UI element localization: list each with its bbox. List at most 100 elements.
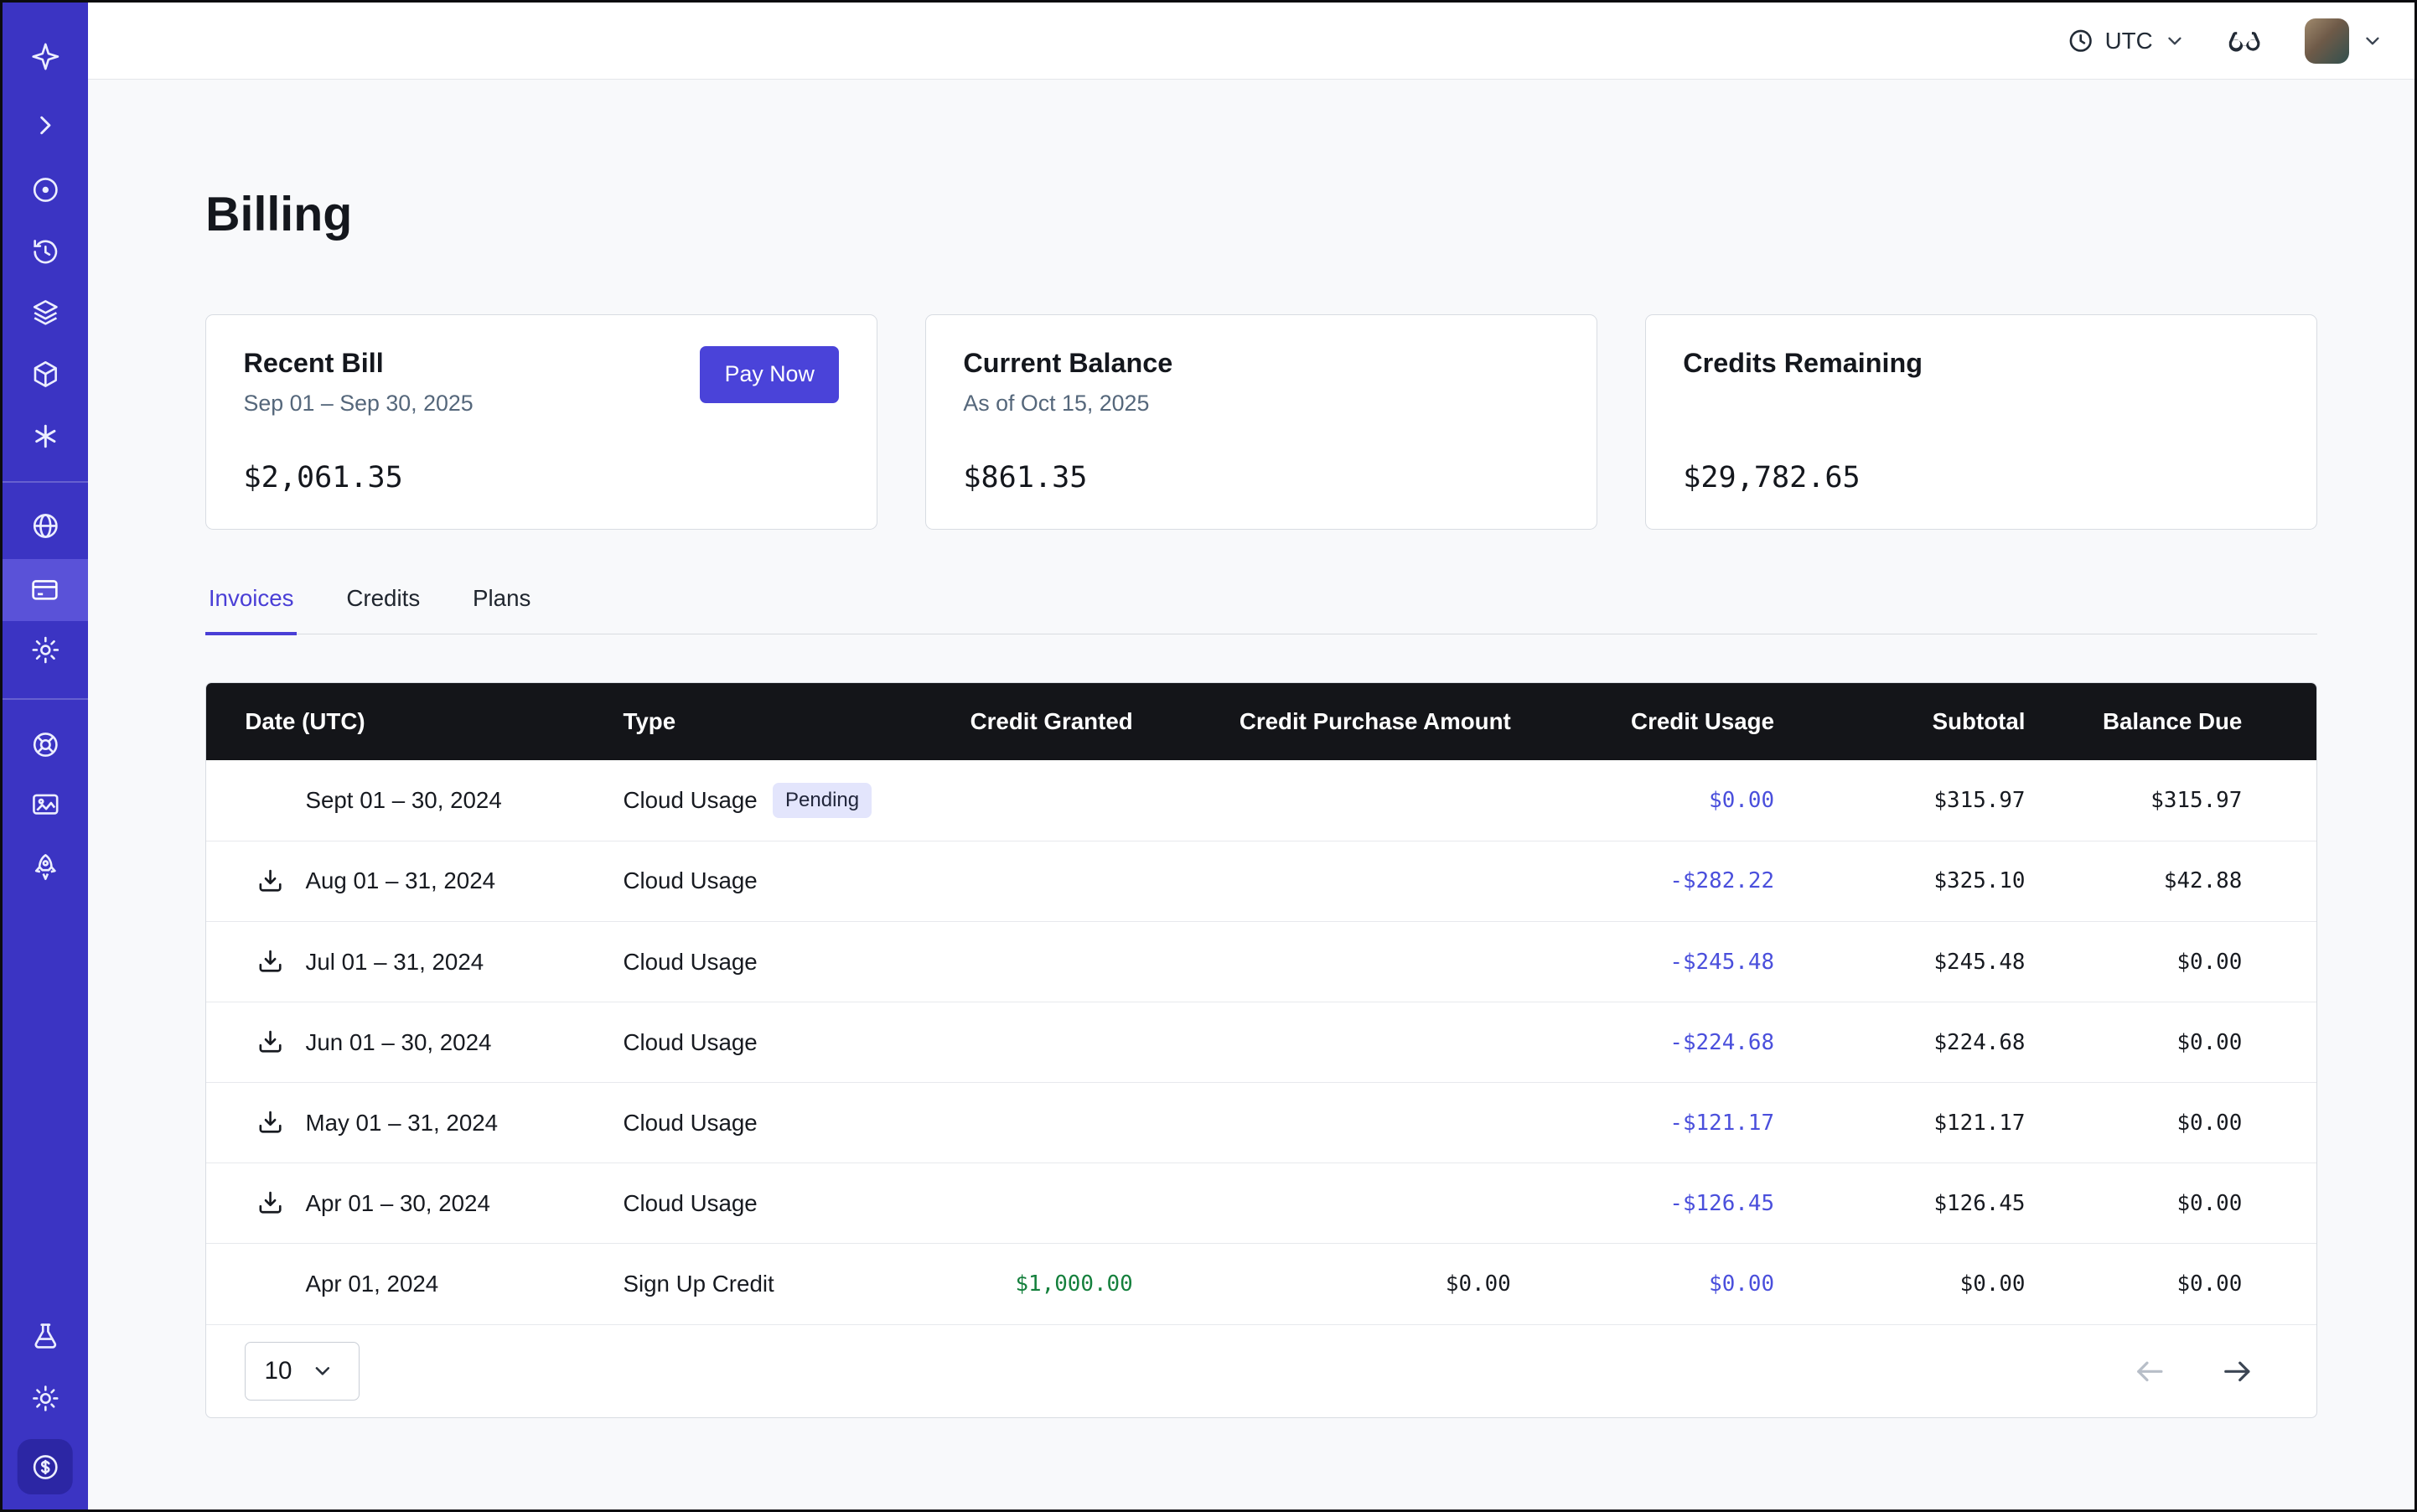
- chevron-down-icon: [311, 1359, 334, 1383]
- subtotal-cell: $224.68: [1774, 1002, 2025, 1083]
- main-column: UTC Billing Recent Bill Sep 01 – Sep 30,…: [88, 3, 2414, 1509]
- invoice-type: Cloud Usage: [623, 787, 757, 813]
- rocket-icon[interactable]: [27, 848, 64, 885]
- card-title: Current Balance: [963, 348, 1559, 379]
- pagination: [2133, 1354, 2275, 1389]
- date-cell: Apr 01 – 30, 2024: [206, 1163, 623, 1244]
- lab-flask-icon[interactable]: [27, 1318, 64, 1355]
- glasses-icon[interactable]: [2225, 22, 2264, 60]
- balance-due-cell: $42.88: [2026, 841, 2317, 921]
- column-header: Credit Purchase Amount: [1133, 683, 1511, 760]
- download-invoice-button[interactable]: [256, 1028, 305, 1057]
- type-cell: Cloud Usage Pending: [623, 760, 902, 841]
- download-icon: [256, 867, 285, 896]
- invoice-type: Cloud Usage: [623, 1029, 757, 1055]
- credit-granted-cell: [902, 921, 1132, 1002]
- balance-due-cell: $0.00: [2026, 921, 2317, 1002]
- page-size-select[interactable]: 10: [245, 1342, 360, 1400]
- date-cell: Apr 01, 2024: [206, 1244, 623, 1324]
- subtotal-cell: $126.45: [1774, 1163, 2025, 1244]
- credit-usage-cell: -$121.17: [1511, 1083, 1774, 1163]
- monitor-image-icon[interactable]: [27, 786, 64, 823]
- invoice-row: Sept 01 – 30, 2024Cloud UsagePending$0.0…: [206, 760, 2316, 841]
- column-header: Type: [623, 683, 902, 760]
- logo-sparkle-icon[interactable]: [27, 39, 64, 75]
- invoices-table: Date (UTC) Type Credit Granted Credit Pu…: [206, 683, 2316, 1324]
- subtotal-cell: $0.00: [1774, 1244, 2025, 1324]
- date-cell: Jul 01 – 31, 2024: [206, 921, 623, 1002]
- card-subtitle: As of Oct 15, 2025: [963, 391, 1559, 417]
- radar-icon[interactable]: [27, 172, 64, 209]
- invoice-row: Jul 01 – 31, 2024 Cloud Usage -$245.48$245…: [206, 921, 2316, 1002]
- pay-now-button[interactable]: Pay Now: [700, 346, 839, 403]
- subtotal-cell: $325.10: [1774, 841, 2025, 921]
- credit-purchase-cell: $0.00: [1133, 1244, 1511, 1324]
- download-invoice-button[interactable]: [256, 1108, 305, 1137]
- download-invoice-button[interactable]: [256, 867, 305, 896]
- clock-icon: [2068, 28, 2094, 54]
- topbar: UTC: [88, 3, 2414, 80]
- invoice-type: Cloud Usage: [623, 949, 757, 975]
- current-balance-card: Current Balance As of Oct 15, 2025 $861.…: [925, 314, 1597, 530]
- invoice-row: Aug 01 – 31, 2024Cloud Usage-$282.22$325…: [206, 841, 2316, 921]
- user-menu[interactable]: [2305, 18, 2383, 64]
- credit-granted-cell: [902, 1083, 1132, 1163]
- credit-usage-cell: -$126.45: [1511, 1163, 1774, 1244]
- column-header: Credit Granted: [902, 683, 1132, 760]
- globe-icon[interactable]: [27, 508, 64, 545]
- subtotal-cell: $121.17: [1774, 1083, 2025, 1163]
- avatar: [2305, 18, 2350, 64]
- status-badge: Pending: [773, 783, 872, 819]
- download-icon: [256, 1108, 285, 1137]
- asterisk-icon[interactable]: [27, 417, 64, 454]
- sidebar-divider: [3, 481, 88, 483]
- credit-granted-cell: $1,000.00: [902, 1244, 1132, 1324]
- balance-due-cell: $0.00: [2026, 1163, 2317, 1244]
- settings-gear-icon[interactable]: [27, 632, 64, 669]
- current-balance-amount: $861.35: [963, 460, 1087, 495]
- sun-icon[interactable]: [27, 1380, 64, 1416]
- type-cell: Cloud Usage: [623, 1083, 902, 1163]
- download-invoice-button[interactable]: [256, 1188, 305, 1218]
- summary-cards: Recent Bill Sep 01 – Sep 30, 2025 $2,061…: [205, 314, 2316, 530]
- subtotal-cell: $315.97: [1774, 760, 2025, 841]
- timezone-selector[interactable]: UTC: [2068, 28, 2185, 54]
- download-invoice-button[interactable]: [256, 947, 305, 976]
- cube-icon[interactable]: [27, 356, 64, 393]
- app-root: UTC Billing Recent Bill Sep 01 – Sep 30,…: [0, 0, 2417, 1512]
- column-header: Date (UTC): [206, 683, 623, 760]
- credit-usage-cell: -$245.48: [1511, 921, 1774, 1002]
- balance-due-cell: $0.00: [2026, 1083, 2317, 1163]
- invoice-row: May 01 – 31, 2024Cloud Usage -$121.17$121…: [206, 1083, 2316, 1163]
- download-icon: [256, 1188, 285, 1218]
- invoice-period: Apr 01, 2024: [305, 1271, 438, 1297]
- recent-bill-card: Recent Bill Sep 01 – Sep 30, 2025 $2,061…: [205, 314, 877, 530]
- sidebar-divider: [3, 698, 88, 700]
- previous-page-button[interactable]: [2133, 1354, 2167, 1389]
- credit-granted-cell: [902, 841, 1132, 921]
- currency-dollar-button[interactable]: [18, 1439, 74, 1495]
- tab-plans[interactable]: Plans: [469, 576, 534, 635]
- history-icon[interactable]: [27, 233, 64, 270]
- invoice-type: Cloud Usage: [623, 1190, 757, 1216]
- next-page-button[interactable]: [2220, 1354, 2254, 1389]
- chevron-down-icon: [2164, 30, 2186, 52]
- download-icon: [256, 947, 285, 976]
- tab-invoices[interactable]: Invoices: [205, 576, 297, 635]
- credits-remaining-amount: $29,782.65: [1683, 460, 1860, 495]
- tab-credits[interactable]: Credits: [344, 576, 423, 635]
- credit-usage-cell: $0.00: [1511, 1244, 1774, 1324]
- date-cell: May 01 – 31, 2024: [206, 1083, 623, 1163]
- table-header-row: Date (UTC) Type Credit Granted Credit Pu…: [206, 683, 2316, 760]
- layers-icon[interactable]: [27, 294, 64, 331]
- support-buoy-icon[interactable]: [27, 726, 64, 763]
- invoice-period: Jul 01 – 31, 2024: [305, 949, 484, 976]
- sidebar-item-billing[interactable]: [3, 559, 88, 621]
- column-header: Credit Usage: [1511, 683, 1774, 760]
- expand-chevron-icon[interactable]: [27, 106, 64, 143]
- invoice-period: Jun 01 – 30, 2024: [305, 1029, 491, 1056]
- subtotal-cell: $245.48: [1774, 921, 2025, 1002]
- date-cell: Sept 01 – 30, 2024: [206, 760, 623, 841]
- type-cell: Cloud Usage: [623, 1163, 902, 1244]
- download-icon: [256, 1028, 285, 1057]
